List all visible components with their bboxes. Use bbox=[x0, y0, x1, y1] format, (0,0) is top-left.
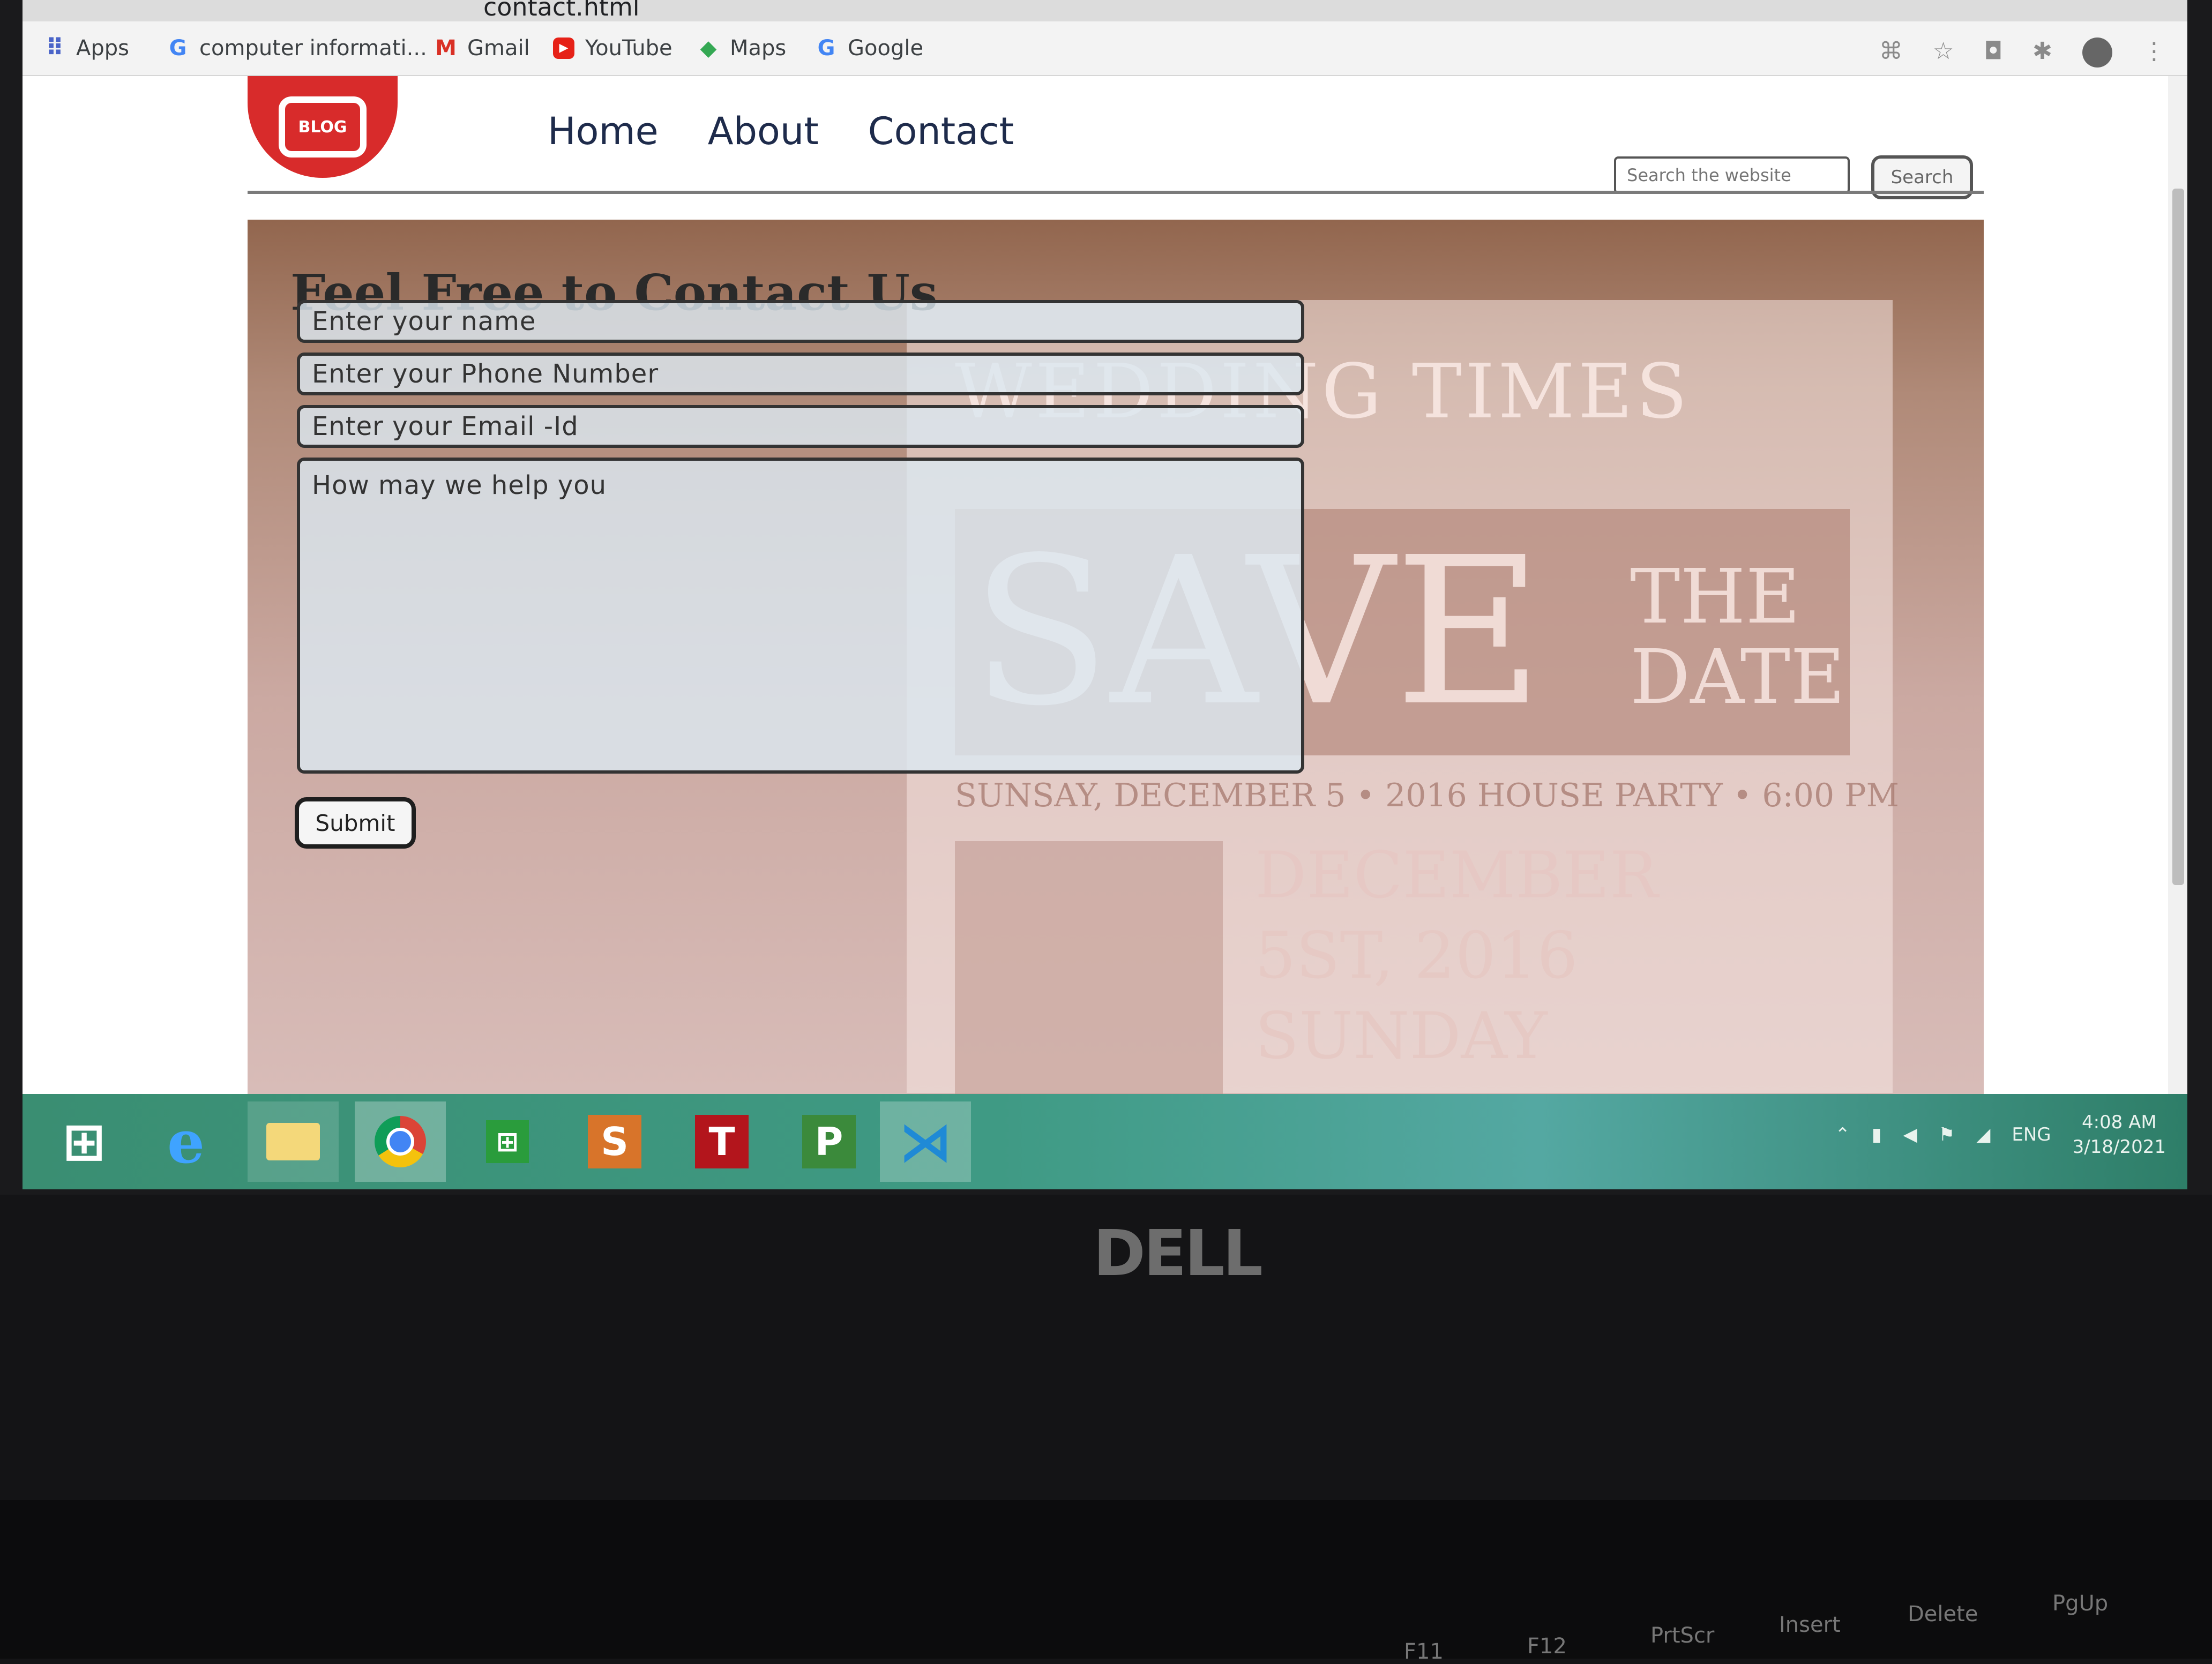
bookmark-maps[interactable]: ◆ Maps bbox=[698, 33, 787, 63]
app-t-icon: T bbox=[695, 1115, 749, 1168]
site-logo[interactable]: BLOG bbox=[248, 76, 398, 178]
windows-taskbar: ⊞ e ⊞ S T P ⋊ ⌃ ▮ ◀ ⚑ ◢ ENG 4:08 AM 3/18… bbox=[23, 1094, 2187, 1189]
clock-time: 4:08 AM bbox=[2081, 1112, 2157, 1133]
nav-contact[interactable]: Contact bbox=[868, 109, 1014, 153]
main-nav: Home About Contact bbox=[548, 109, 1014, 153]
message-textarea[interactable] bbox=[297, 458, 1304, 774]
name-input[interactable] bbox=[297, 300, 1304, 343]
gmail-icon: M bbox=[435, 36, 457, 61]
address-bar-strip[interactable]: contact.html bbox=[23, 0, 2187, 21]
internet-explorer-icon: e bbox=[167, 1107, 205, 1176]
app-p-icon: P bbox=[802, 1115, 856, 1168]
bg-date-text: DATE bbox=[1630, 634, 1845, 721]
monitor: contact.html ⠿ Apps G computer informati… bbox=[0, 0, 2212, 1195]
windows-logo-icon: ⊞ bbox=[62, 1112, 106, 1172]
web-page: BLOG Home About Contact Search WEDDING T… bbox=[23, 76, 2187, 1094]
system-tray: ⌃ ▮ ◀ ⚑ ◢ ENG 4:08 AM 3/18/2021 bbox=[1835, 1110, 2166, 1159]
taskbar-app-s[interactable]: S bbox=[569, 1101, 660, 1182]
profile-avatar[interactable] bbox=[2082, 38, 2112, 68]
taskbar-file-explorer[interactable] bbox=[248, 1101, 339, 1182]
taskbar-app-p[interactable]: P bbox=[783, 1101, 875, 1182]
bookmark-star-icon[interactable]: ☆ bbox=[1933, 38, 1954, 68]
header-divider bbox=[248, 191, 1984, 194]
nav-home[interactable]: Home bbox=[548, 109, 659, 153]
store-bag-icon: ⊞ bbox=[486, 1120, 529, 1163]
bg-the-text: THE bbox=[1630, 553, 1800, 641]
key-pgup: PgUp bbox=[2052, 1591, 2109, 1616]
tray-chevron-icon[interactable]: ⌃ bbox=[1835, 1124, 1850, 1145]
camera-icon[interactable]: ◘ bbox=[1984, 38, 2002, 68]
extensions-icon[interactable]: ✱ bbox=[2032, 38, 2052, 68]
bookmark-google[interactable]: G Google bbox=[816, 33, 923, 63]
contact-section: WEDDING TIMES SAVE THE DATE SUNSAY, DECE… bbox=[248, 220, 1984, 1094]
email-input[interactable] bbox=[297, 405, 1304, 448]
google-g-icon: G bbox=[169, 36, 187, 61]
maps-icon: ◆ bbox=[700, 36, 717, 61]
folder-icon bbox=[266, 1123, 320, 1160]
key-f11: F11 bbox=[1404, 1639, 1444, 1664]
bookmarks-bar: ⠿ Apps G computer informati... M Gmail ▶… bbox=[23, 21, 2187, 76]
bookmark-youtube[interactable]: ▶ YouTube bbox=[553, 33, 672, 63]
phone-input[interactable] bbox=[297, 353, 1304, 395]
taskbar-chrome[interactable] bbox=[355, 1101, 446, 1182]
apps-grid-icon: ⠿ bbox=[45, 34, 64, 62]
submit-button[interactable]: Submit bbox=[295, 797, 416, 849]
bookmark-label: computer informati... bbox=[199, 36, 427, 61]
bookmark-label: Apps bbox=[76, 36, 129, 61]
bookmark-label: Maps bbox=[730, 36, 787, 61]
app-s-icon: S bbox=[588, 1115, 641, 1168]
language-indicator[interactable]: ENG bbox=[2012, 1124, 2051, 1145]
google-g-icon: G bbox=[817, 36, 835, 61]
browser-toolbar-icons: ⌘ ☆ ◘ ✱ ⋮ bbox=[1879, 38, 2166, 68]
bg-date-line: SUNDAY bbox=[1255, 999, 1548, 1074]
taskbar-internet-explorer[interactable]: e bbox=[140, 1101, 231, 1182]
chrome-icon bbox=[375, 1116, 426, 1167]
key-f12: F12 bbox=[1527, 1634, 1567, 1659]
vscode-icon: ⋊ bbox=[899, 1110, 952, 1173]
bookmark-gmail[interactable]: M Gmail bbox=[435, 33, 530, 63]
translate-icon[interactable]: ⌘ bbox=[1879, 38, 1903, 68]
url-text: contact.html bbox=[483, 0, 640, 21]
taskbar-vscode[interactable]: ⋊ bbox=[880, 1101, 971, 1182]
page-scrollbar[interactable] bbox=[2168, 76, 2187, 1094]
tray-volume-icon[interactable]: ◀ bbox=[1903, 1124, 1917, 1145]
keyboard: F11 F12 PrtScr Insert Delete PgUp bbox=[0, 1500, 2212, 1664]
blog-logo-icon: BLOG bbox=[279, 96, 367, 158]
bookmark-label: YouTube bbox=[585, 36, 672, 61]
bg-big-date: DECEMBER 5ST, 2016 SUNDAY bbox=[1255, 836, 1658, 1077]
bg-party-photo bbox=[955, 841, 1223, 1094]
start-button[interactable]: ⊞ bbox=[39, 1101, 130, 1182]
taskbar-store[interactable]: ⊞ bbox=[462, 1101, 553, 1182]
taskbar-clock[interactable]: 4:08 AM 3/18/2021 bbox=[2073, 1110, 2166, 1159]
tray-network-icon[interactable]: ▮ bbox=[1872, 1124, 1882, 1145]
key-insert: Insert bbox=[1779, 1613, 1841, 1637]
site-search-input[interactable] bbox=[1614, 156, 1850, 194]
tray-flag-icon[interactable]: ⚑ bbox=[1939, 1124, 1955, 1145]
scroll-thumb[interactable] bbox=[2172, 189, 2184, 885]
youtube-icon: ▶ bbox=[553, 38, 574, 59]
bookmark-computer-information[interactable]: G computer informati... bbox=[167, 33, 427, 63]
taskbar-app-t[interactable]: T bbox=[676, 1101, 767, 1182]
bg-date-line: 5ST, 2016 bbox=[1255, 919, 1578, 993]
bg-event-line: SUNSAY, DECEMBER 5 • 2016 HOUSE PARTY • … bbox=[955, 777, 1900, 814]
bookmark-apps[interactable]: ⠿ Apps bbox=[44, 33, 129, 63]
nav-about[interactable]: About bbox=[708, 109, 819, 153]
tray-signal-icon[interactable]: ◢ bbox=[1976, 1124, 1990, 1145]
bookmark-label: Gmail bbox=[467, 36, 530, 61]
screen: contact.html ⠿ Apps G computer informati… bbox=[23, 0, 2187, 1189]
dell-logo: DELL bbox=[1093, 1216, 1263, 1290]
bookmark-label: Google bbox=[848, 36, 924, 61]
key-delete: Delete bbox=[1908, 1602, 1978, 1626]
clock-date: 3/18/2021 bbox=[2072, 1136, 2166, 1158]
bg-the-date: THE DATE bbox=[1630, 557, 1845, 718]
more-menu-icon[interactable]: ⋮ bbox=[2142, 38, 2166, 68]
bg-date-line: DECEMBER bbox=[1255, 838, 1658, 913]
key-prtscr: PrtScr bbox=[1650, 1623, 1715, 1648]
